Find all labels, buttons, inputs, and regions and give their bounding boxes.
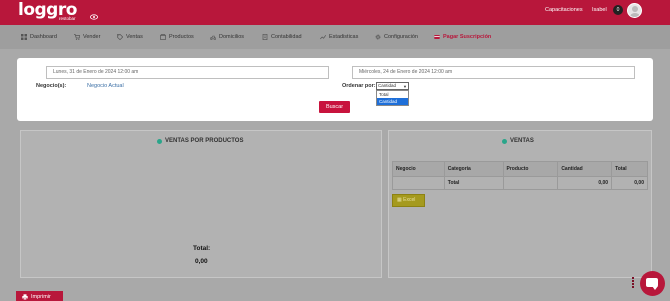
buscar-button[interactable]: Buscar [319, 101, 350, 113]
ledger-icon [262, 34, 268, 40]
user-name[interactable]: Isabel [592, 7, 607, 13]
capacitaciones-link[interactable]: Capacitaciones [545, 7, 583, 13]
chart-icon [320, 34, 326, 40]
cart-icon [74, 34, 80, 40]
total-label: Total: [193, 245, 211, 252]
menu-label: Configuración [384, 34, 418, 40]
status-dot-icon [157, 138, 162, 144]
menu-item-estadisticas[interactable]: Estadisticas [320, 34, 358, 40]
menu-item-vender[interactable]: Vender [74, 34, 100, 40]
menu-label: Vender [83, 34, 101, 40]
menu-item-contabilidad[interactable]: Contabilidad [262, 34, 302, 40]
menu-item-ventas[interactable]: Ventas [117, 34, 143, 40]
ventas-table: Negocio Categoria Producto Cantidad Tota… [392, 161, 648, 190]
date-from-input[interactable]: Lunes, 31 de Enero de 2024 12:00 am [46, 66, 329, 79]
top-bar: loggro restobar Capacitaciones Isabel 0 [0, 0, 670, 25]
ordenar-selected: Cantidad [378, 83, 397, 88]
cell-cantidad: 0,00 [557, 176, 613, 190]
menu-item-domicilios[interactable]: Domicilios [210, 34, 244, 40]
option-cantidad[interactable]: Cantidad [377, 98, 408, 105]
col-cantidad[interactable]: Cantidad [557, 161, 613, 177]
ventas-card [388, 130, 652, 278]
left-card-title-text: VENTAS POR PRODUCTOS [165, 138, 244, 144]
drag-handle-icon[interactable] [632, 276, 638, 290]
delivery-icon [210, 35, 216, 40]
print-icon [22, 294, 28, 300]
table-header-row: Negocio Categoria Producto Cantidad Tota… [392, 161, 648, 177]
menu-label: Ventas [126, 34, 143, 40]
ordenar-select[interactable]: Cantidad ▼ [376, 82, 409, 90]
logo-subtitle: restobar [59, 16, 76, 21]
table-row: Total 0,00 0,00 [392, 176, 648, 190]
menu-item-configuracion[interactable]: Configuración [375, 34, 418, 40]
filter-panel: Lunes, 31 de Enero de 2024 12:00 am Miér… [17, 58, 653, 121]
date-to-input[interactable]: Miércoles, 24 de Enero de 2024 12:00 am [352, 66, 635, 79]
chat-button[interactable] [640, 271, 665, 296]
card-icon [434, 35, 440, 39]
menu-item-dashboard[interactable]: Dashboard [21, 34, 57, 40]
avatar-body-icon [630, 13, 640, 17]
option-total[interactable]: Total [377, 91, 408, 98]
cell-empty [502, 176, 559, 190]
notification-badge[interactable]: 0 [613, 5, 623, 15]
menu-item-productos[interactable]: Productos [160, 34, 194, 40]
negocios-label: Negocio(s): [36, 83, 67, 89]
menu-label: Productos [169, 34, 194, 40]
dashboard-icon [21, 34, 27, 40]
excel-button[interactable]: ▦ Excel [392, 194, 425, 207]
total-value: 0,00 [195, 258, 208, 265]
menu-label: Pagar Suscripción [443, 34, 492, 40]
status-dot-icon [502, 138, 507, 144]
eye-icon[interactable] [90, 14, 98, 20]
ordenar-dropdown: Total Cantidad [376, 90, 409, 106]
main-menu: Dashboard Vender Ventas Productos Domici… [0, 25, 670, 49]
ordenar-label: Ordenar por: [342, 83, 376, 89]
menu-label: Estadisticas [329, 34, 359, 40]
chat-icon-tail [652, 286, 658, 290]
right-card-title-text: VENTAS [510, 138, 534, 144]
col-producto[interactable]: Producto [502, 161, 559, 177]
tag-icon [117, 34, 123, 40]
menu-label: Domicilios [219, 34, 245, 40]
menu-label: Contabilidad [271, 34, 302, 40]
imprimir-label: Imprimir [31, 294, 51, 300]
right-card-title: VENTAS [502, 138, 534, 144]
menu-label: Dashboard [30, 34, 57, 40]
box-icon [160, 34, 166, 40]
col-negocio[interactable]: Negocio [392, 161, 445, 177]
gear-icon [375, 34, 381, 40]
col-categoria[interactable]: Categoria [443, 161, 504, 177]
col-total[interactable]: Total [611, 161, 648, 177]
cell-total-label: Total [443, 176, 504, 190]
ventas-por-productos-card [20, 130, 382, 278]
avatar[interactable] [627, 3, 642, 18]
negocio-link[interactable]: Negocio Actual [87, 83, 124, 89]
excel-label: Excel [403, 197, 416, 203]
avatar-head-icon [632, 6, 638, 12]
cell-total: 0,00 [611, 176, 648, 190]
left-card-title: VENTAS POR PRODUCTOS [157, 138, 243, 144]
cell-empty [392, 176, 445, 190]
imprimir-button[interactable]: Imprimir [16, 291, 63, 301]
menu-item-pagar-suscripcion[interactable]: Pagar Suscripción [434, 34, 491, 40]
